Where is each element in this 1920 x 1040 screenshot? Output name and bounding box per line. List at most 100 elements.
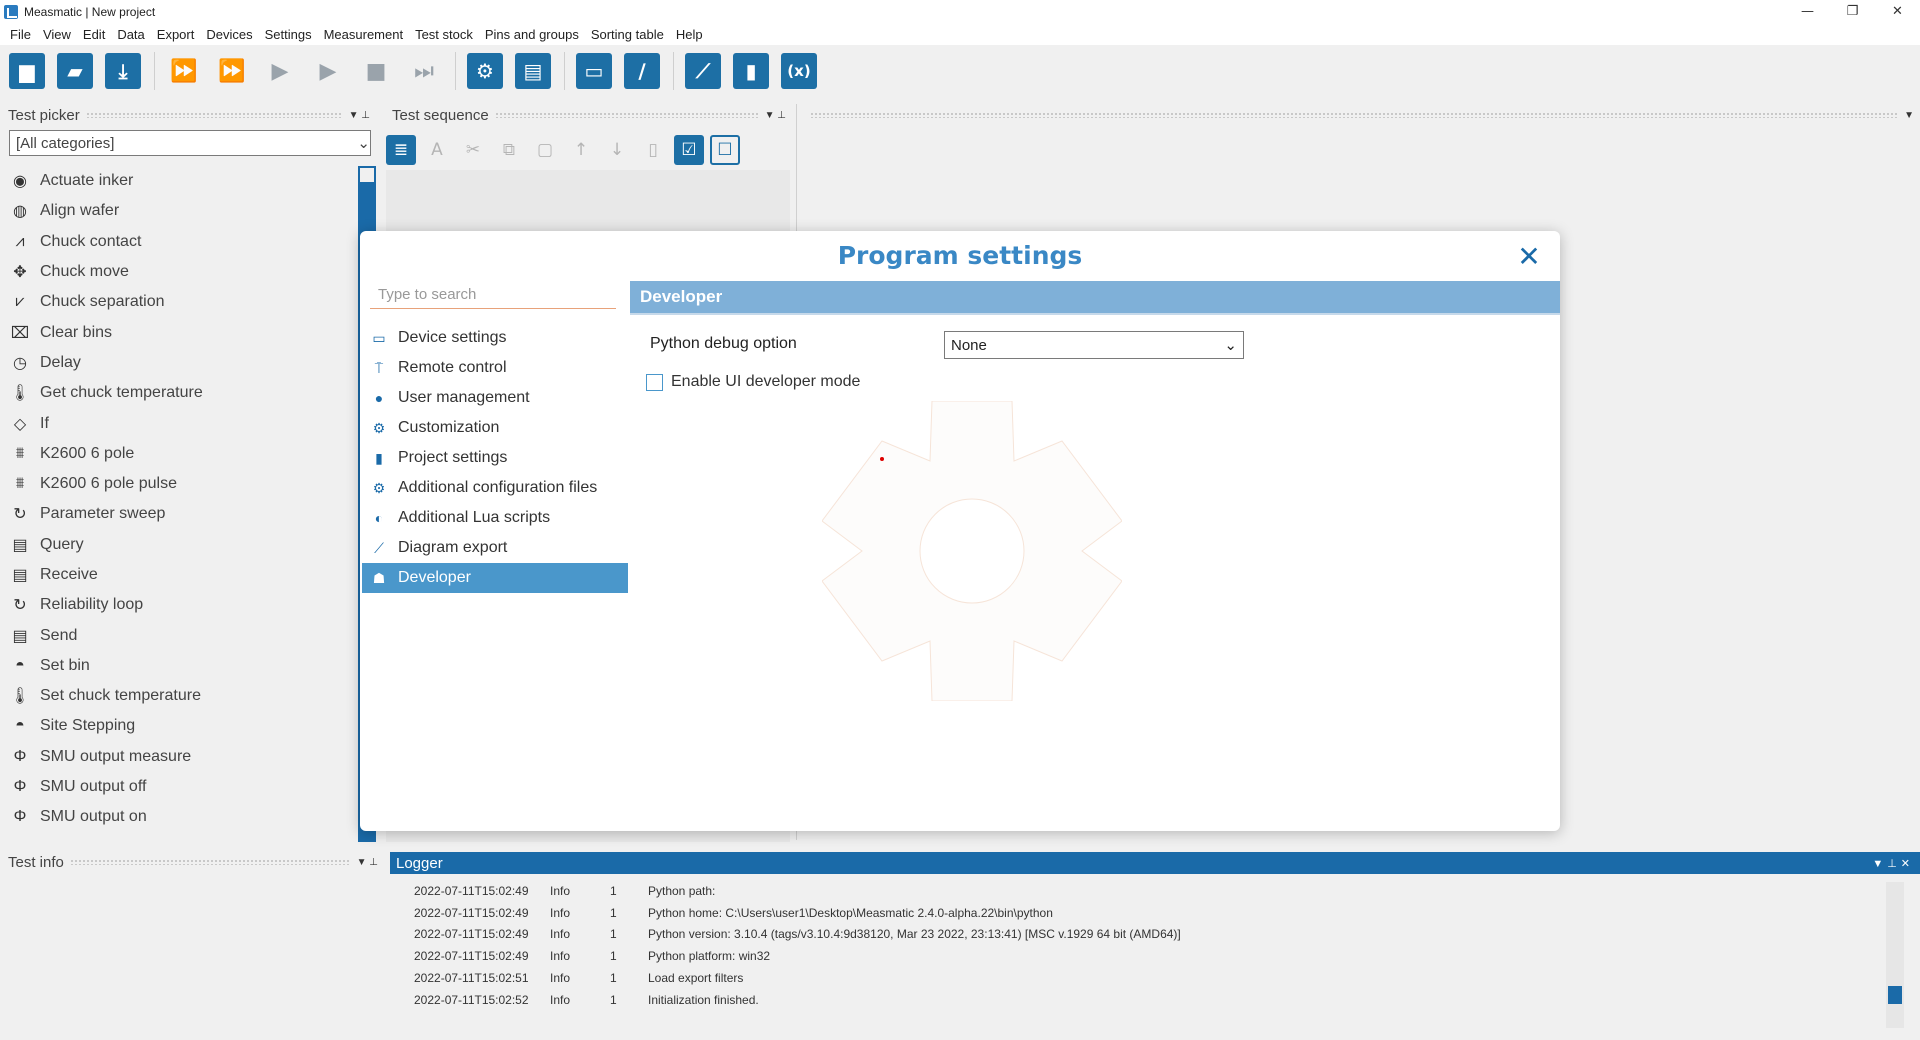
settings-nav-item[interactable]: ▭ Device settings [362,323,628,353]
settings-nav-item[interactable]: ▮ Project settings [362,443,628,473]
menu-measurement[interactable]: Measurement [318,27,409,42]
clipboard-icon: ▤ [515,53,551,89]
menu-pins-and-groups[interactable]: Pins and groups [479,27,585,42]
menu-settings[interactable]: Settings [259,27,318,42]
toolbar-separator [154,52,155,90]
menu-test-stock[interactable]: Test stock [409,27,479,42]
log-thread: 1 [610,927,617,942]
minimize-button[interactable]: — [1785,0,1830,23]
log-thread: 1 [610,949,617,964]
title-bar: Measmatic | New project — ❐ ✕ [0,0,1920,23]
restore-button[interactable]: ❐ [1830,0,1875,23]
settings-nav-item[interactable]: ◐ Additional Lua scripts [362,503,628,533]
skip-end-icon: ⏭ [414,58,434,84]
settings-nav-item[interactable]: ☗ Developer [362,563,628,593]
test-info-panel [0,850,384,1040]
menu-edit[interactable]: Edit [77,27,111,42]
logger-scrollbar[interactable] [1886,882,1904,1028]
line-chart-button[interactable]: ⟋ [682,50,724,92]
log-row[interactable]: 2022-07-11T15:02:49 Info 1 Python version: … [398,924,1886,946]
menu-file[interactable]: File [4,27,37,42]
drag-grip[interactable] [69,859,351,865]
settings-nav-label: Diagram export [398,539,508,556]
window-controls: — ❐ ✕ [1785,0,1920,23]
menu-sorting-table[interactable]: Sorting table [585,27,670,42]
device-button[interactable]: ▭ [573,50,615,92]
settings-nav-item[interactable]: ● User management [362,383,628,413]
new-file-icon: ▆ [9,53,45,89]
log-thread: 1 [610,971,617,986]
calibrate-button[interactable]: ∕ [621,50,663,92]
run-all-button[interactable]: ⏩ [163,50,205,92]
test-info-title: Test info [8,853,64,871]
run-all-plus-icon: ⏩ [218,58,246,84]
settings-nav-label: Additional configuration files [398,479,598,496]
clipboard-button[interactable]: ▤ [512,50,554,92]
menu-data[interactable]: Data [111,27,150,42]
stop-icon: ■ [365,58,387,84]
close-dialog-button[interactable]: ✕ [1514,240,1544,273]
log-row[interactable]: 2022-07-11T15:02:49 Info 1 Python home: C:\… [398,902,1886,924]
settings-nav-icon: ▮ [375,449,383,466]
settings-nav-item[interactable]: ⚙ Customization [362,413,628,443]
play-plus-button[interactable]: ▶ [307,50,349,92]
log-timestamp: 2022-07-11T15:02:49 [414,949,529,964]
stop-button[interactable]: ■ [355,50,397,92]
settings-nav-label: Customization [398,419,500,436]
logger-controls-icon[interactable]: ▼⊥✕ [1872,857,1914,870]
python-debug-select[interactable]: None ⌄ [944,331,1244,359]
play-button[interactable]: ▶ [259,50,301,92]
log-message: Python home: C:\Users\user1\Desktop\Meas… [648,905,1053,920]
variable-button[interactable]: (x) [778,50,820,92]
settings-nav-icon: ⚙ [372,419,386,436]
log-level: Info [550,905,571,920]
log-message: Initialization finished. [648,992,759,1007]
play-plus-icon: ▶ [319,58,337,84]
skip-end-button[interactable]: ⏭ [403,50,445,92]
log-row[interactable]: 2022-07-11T15:02:52 Info 1 Initialization f… [398,989,1886,1011]
settings-nav-item[interactable]: ⚙ Additional configuration files [362,473,628,503]
logger-title: Logger [396,854,443,872]
log-level: Info [550,927,571,942]
log-timestamp: 2022-07-11T15:02:49 [414,927,529,942]
settings-nav-item[interactable]: ⍑ Remote control [362,353,628,383]
settings-gear-icon: ⚙ [467,53,503,89]
menu-devices[interactable]: Devices [200,27,258,42]
panel-menu-icon[interactable]: ▼ ⊥ [357,857,378,868]
log-level: Info [550,883,571,898]
log-row[interactable]: 2022-07-11T15:02:51 Info 1 Load export filt… [398,967,1886,989]
cursor-dot [880,457,884,461]
run-all-plus-button[interactable]: ⏩ [211,50,253,92]
new-file-button[interactable]: ▆ [6,50,48,92]
log-message: Python version: 3.10.4 (tags/v3.10.4:9d3… [648,927,1181,942]
menu-export[interactable]: Export [151,27,201,42]
settings-nav-label: User management [398,389,530,406]
log-row[interactable]: 2022-07-11T15:02:49 Info 1 Python path: [398,880,1886,902]
main-toolbar: ▆ ▰ ⤓ ⏩ ⏩ ▶ ▶ ■ ⏭ ⚙ ▤ ▭ ∕ ⟋ ▮ (x) [0,45,1920,97]
settings-nav-icon: ⍑ [374,359,384,376]
settings-nav-label: Additional Lua scripts [398,509,551,526]
ui-developer-mode-checkbox[interactable] [646,373,663,391]
log-message: Python path: [648,883,716,898]
open-folder-button[interactable]: ▰ [54,50,96,92]
settings-search-input[interactable]: Type to search [370,281,616,309]
settings-nav-label: Project settings [398,449,508,466]
log-row[interactable]: 2022-07-11T15:02:49 Info 1 Python platform:… [398,945,1886,967]
settings-button[interactable]: ⚙ [464,50,506,92]
run-all-icon: ⏩ [170,58,198,84]
ui-developer-mode-row[interactable]: Enable UI developer mode [646,373,860,391]
logger-scroll-thumb[interactable] [1888,986,1902,1004]
close-window-button[interactable]: ✕ [1875,0,1920,23]
log-thread: 1 [610,905,617,920]
bar-chart-button[interactable]: ▮ [730,50,772,92]
menu-view[interactable]: View [37,27,77,42]
settings-nav-item[interactable]: ⟋ Diagram export [362,533,628,563]
device-icon: ▭ [576,53,612,89]
save-button[interactable]: ⤓ [102,50,144,92]
settings-nav-icon: ● [374,390,384,406]
line-chart-icon: ⟋ [685,53,721,89]
settings-nav: ▭ Device settings ⍑ Remote control ● User man… [362,323,628,593]
dialog-title: Program settings [837,241,1083,270]
menu-help[interactable]: Help [670,27,709,42]
calibrate-icon: ∕ [624,53,660,89]
